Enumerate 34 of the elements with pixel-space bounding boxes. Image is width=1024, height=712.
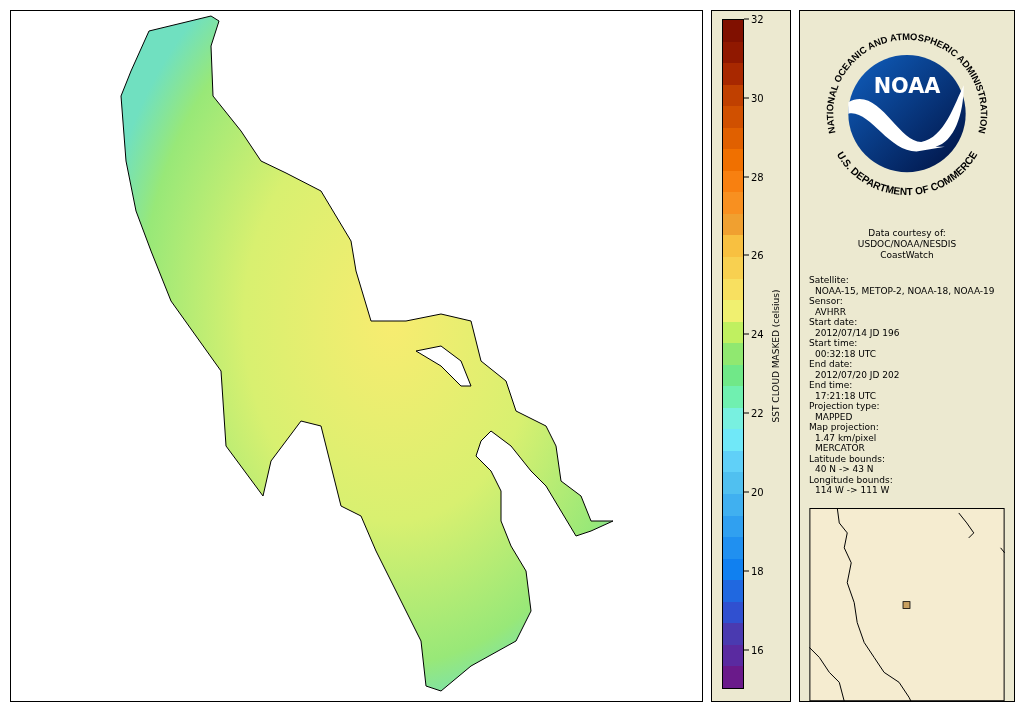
scale-tick-label: 28 xyxy=(751,171,764,183)
metadata-value: 40 N -> 43 N xyxy=(814,464,875,475)
credit-text: CoastWatch xyxy=(879,250,935,262)
scale-tick-label: 30 xyxy=(751,92,764,104)
metadata-value: MAPPED xyxy=(814,411,854,423)
scale-tick-label: 20 xyxy=(751,486,764,498)
scale-tick-label: 32 xyxy=(751,13,764,25)
metadata-value: NOAA-15, METOP-2, NOAA-18, NOAA-19 xyxy=(814,285,996,297)
metadata-value: 114 W -> 111 W xyxy=(814,485,891,496)
metadata-label: Satellite: xyxy=(809,275,850,286)
metadata-value: 2012/07/14 JD 196 xyxy=(814,327,901,339)
credit-text: Data courtesy of: xyxy=(867,228,947,240)
metadata-label: Map projection: xyxy=(809,422,880,433)
metadata-value: 1.47 km/pixel xyxy=(814,432,878,444)
color-scale-title: SST CLOUD MASKED (celsius) xyxy=(771,289,781,423)
metadata-label: End date: xyxy=(809,359,854,370)
metadata-value: 17:21:18 UTC xyxy=(814,390,878,402)
metadata-value: 00:32:18 UTC xyxy=(814,348,878,360)
metadata-label: End time: xyxy=(809,380,854,391)
scale-tick-label: 18 xyxy=(751,565,764,577)
scale-tick-label: 22 xyxy=(751,407,764,419)
metadata-label: Projection type: xyxy=(809,401,881,412)
metadata-value: AVHRR xyxy=(814,306,847,318)
metadata-label: Start time: xyxy=(809,338,859,349)
scale-tick-label: 24 xyxy=(751,328,764,340)
metadata-label: Latitude bounds: xyxy=(809,453,886,465)
scale-tick-label: 26 xyxy=(751,249,764,261)
metadata-label: Start date: xyxy=(809,317,859,328)
metadata-value: 2012/07/20 JD 202 xyxy=(814,369,901,381)
metadata-label: Sensor: xyxy=(809,296,844,307)
scale-tick-label: 16 xyxy=(751,644,764,656)
credit-text: USDOC/NOAA/NESDIS xyxy=(857,239,957,251)
metadata-label: Longitude bounds: xyxy=(809,474,894,486)
metadata-value: MERCATOR xyxy=(814,443,866,454)
